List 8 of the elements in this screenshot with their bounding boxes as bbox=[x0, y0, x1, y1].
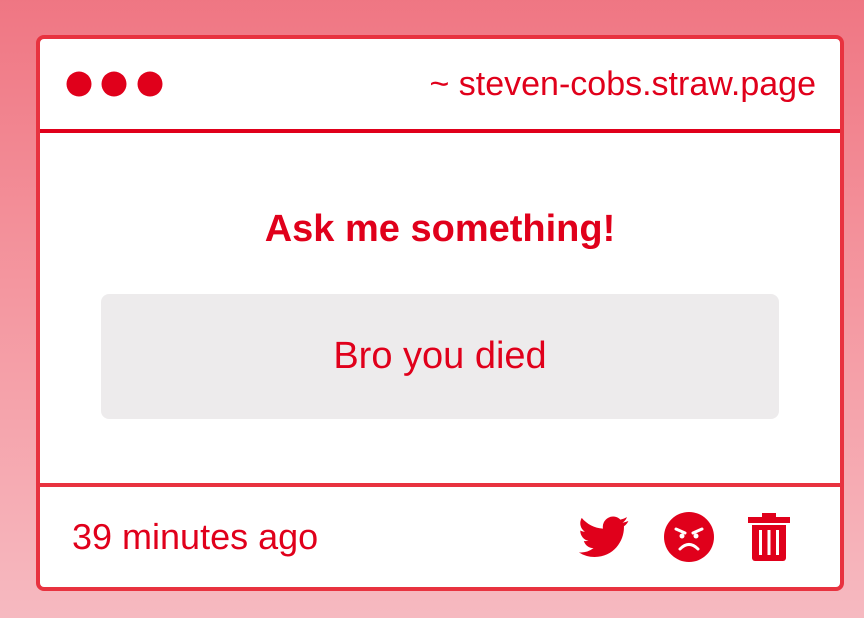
timestamp: 39 minutes ago bbox=[72, 515, 318, 559]
trash-icon[interactable] bbox=[748, 513, 790, 561]
angry-face-icon[interactable] bbox=[664, 512, 714, 562]
message-text: Bro you died bbox=[333, 334, 547, 379]
window-dots-icon bbox=[66, 71, 164, 97]
page-url[interactable]: ~ steven-cobs.straw.page bbox=[429, 58, 816, 110]
bird-icon[interactable] bbox=[578, 516, 630, 558]
prompt-title: Ask me something! bbox=[264, 207, 616, 252]
